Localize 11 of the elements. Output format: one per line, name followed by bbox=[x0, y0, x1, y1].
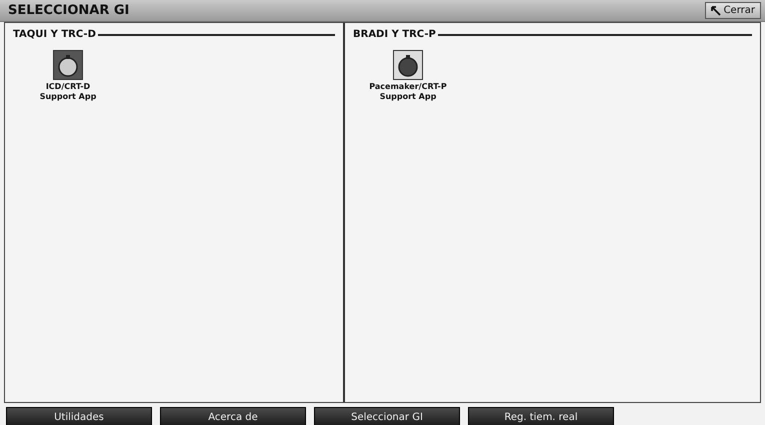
nav-button[interactable]: Acerca de bbox=[160, 407, 306, 425]
nav-button[interactable]: Utilidades bbox=[6, 407, 152, 425]
arrow-icon bbox=[710, 6, 721, 16]
app-launcher[interactable]: Pacemaker/CRT-P Support App bbox=[367, 50, 449, 102]
group-title: BRADI Y TRC-P bbox=[353, 29, 436, 40]
window-title: SELECCIONAR GI bbox=[8, 3, 130, 18]
group-title: TAQUI Y TRC-D bbox=[13, 29, 96, 40]
close-button[interactable]: Cerrar bbox=[704, 2, 761, 19]
app-launcher[interactable]: ICD/CRT-D Support App bbox=[27, 50, 109, 102]
nav-button[interactable]: Seleccionar GI bbox=[314, 407, 460, 425]
nav-button[interactable]: Reg. tiem. real bbox=[468, 407, 614, 425]
